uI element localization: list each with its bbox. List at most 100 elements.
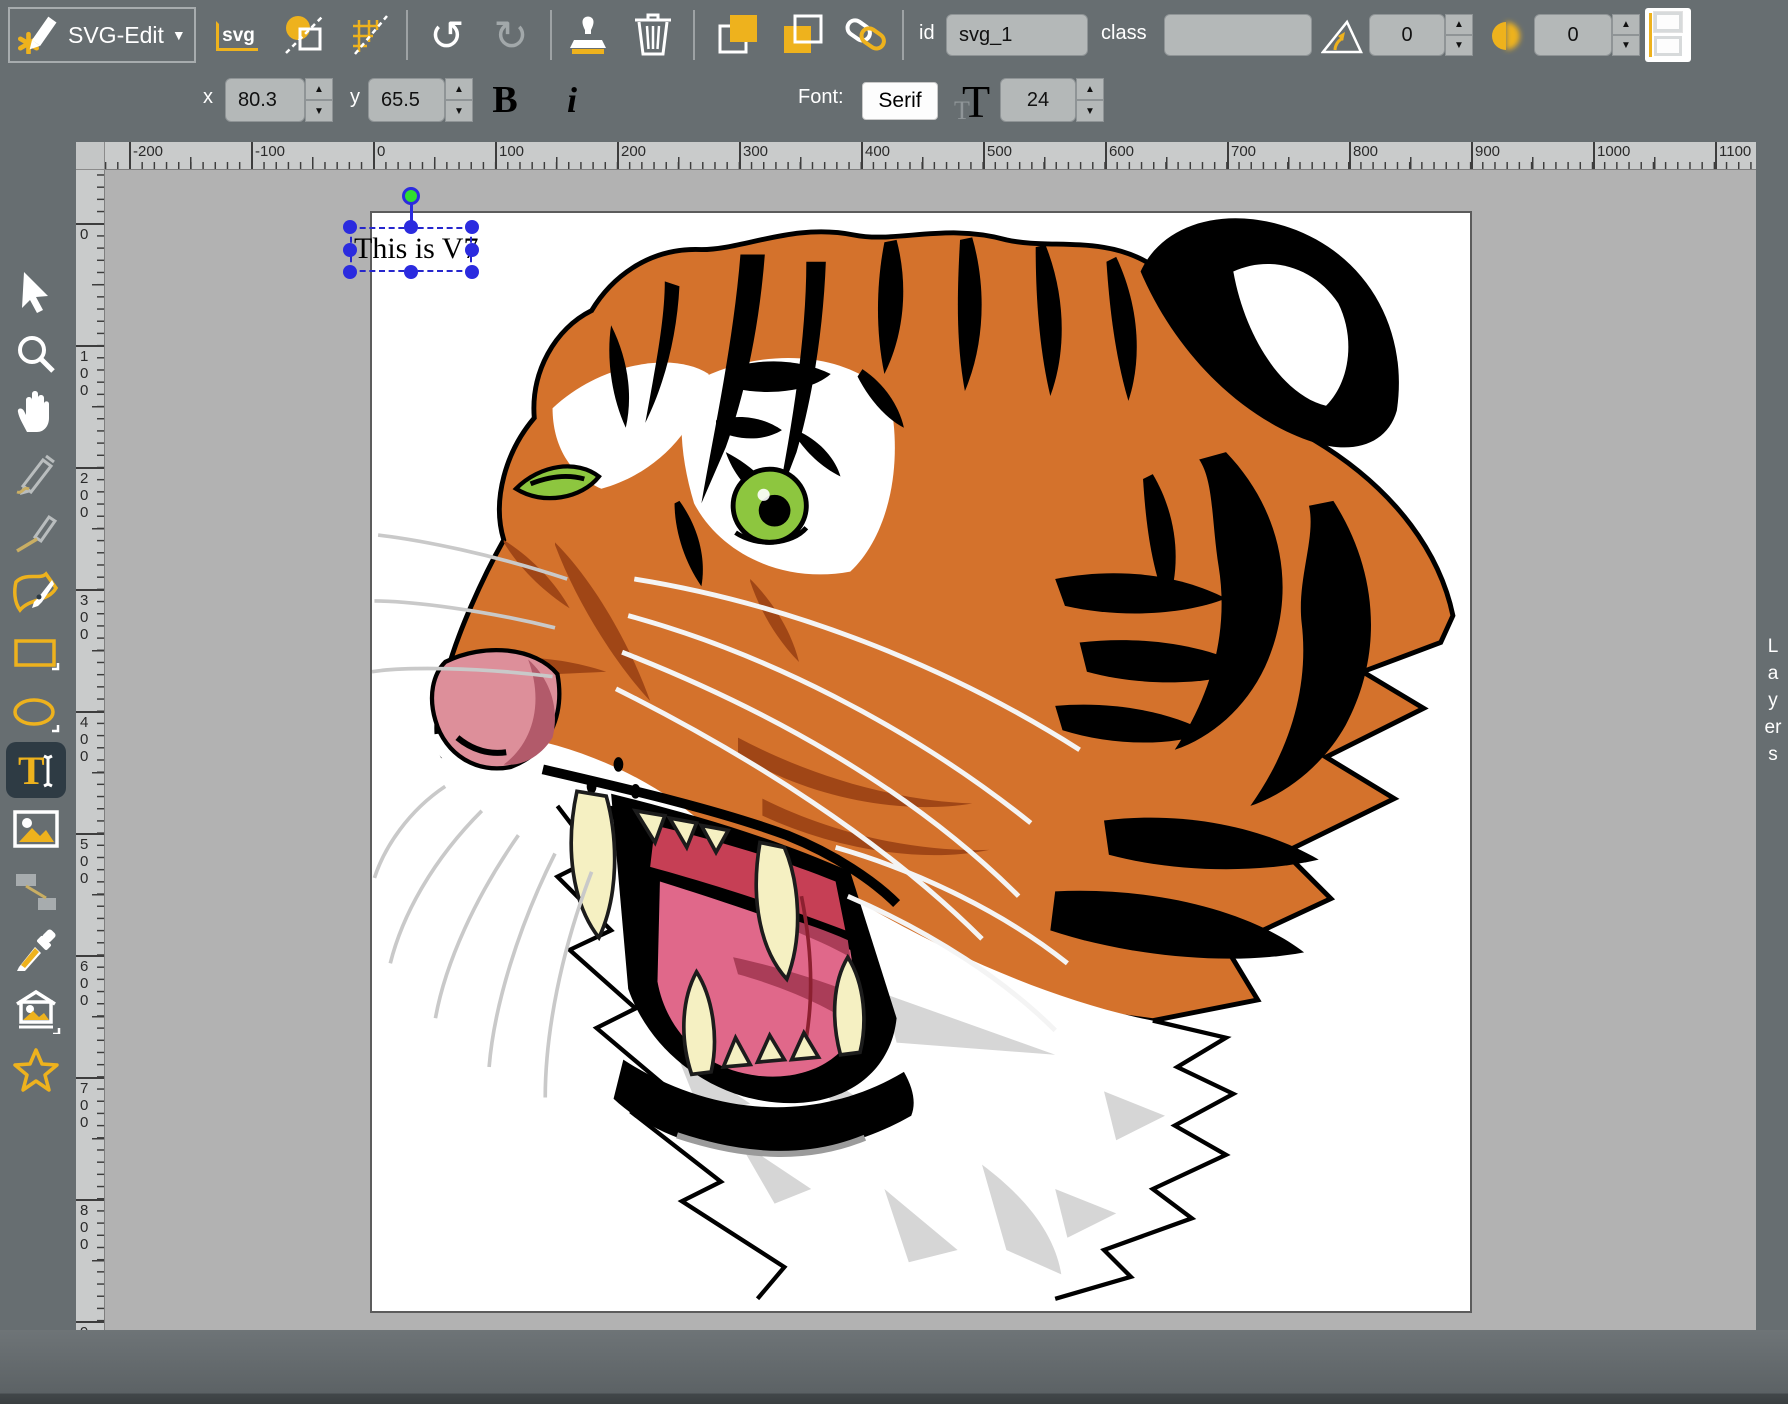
ruler-x-label: 700 [1231, 143, 1256, 160]
clone-button[interactable] [562, 10, 614, 62]
pen-path-icon [12, 568, 60, 616]
tools-toolbar: T [0, 142, 76, 1330]
svg-canvas[interactable] [372, 213, 1470, 1311]
line-icon [13, 509, 59, 555]
tool-shape-library[interactable] [6, 982, 66, 1038]
svg-source-icon: svg [216, 21, 258, 51]
bold-button[interactable]: B [483, 74, 527, 126]
y-input[interactable]: 65.5 [368, 78, 445, 122]
tool-pan[interactable] [6, 384, 66, 440]
ruler-x-label: -200 [133, 143, 163, 160]
tool-pencil[interactable] [6, 447, 66, 503]
ruler-x-label: 100 [499, 143, 524, 160]
x-input[interactable]: 80.3 [225, 78, 305, 122]
vertical-ruler: 0100200300400500600700800900 [76, 170, 105, 1330]
undo-button[interactable]: ↺ [424, 8, 470, 62]
ruler-y-label: 400 [80, 714, 94, 765]
pencil-icon [13, 452, 59, 498]
tool-image[interactable] [6, 801, 66, 857]
rotate-handle[interactable] [402, 187, 420, 205]
ruler-x-label: 600 [1109, 143, 1134, 160]
italic-button[interactable]: i [550, 74, 594, 126]
tool-select[interactable] [6, 264, 66, 320]
selection-handle-ne[interactable] [465, 220, 479, 234]
selection-handle-sw[interactable] [343, 265, 357, 279]
ruler-y-label: 200 [80, 470, 94, 521]
tool-connector[interactable] [6, 864, 66, 920]
delete-button[interactable] [629, 10, 677, 62]
tool-eyedropper[interactable] [6, 922, 66, 978]
bottom-toolbar: 61.0 ▲▼ ▼ 0 ▲▼ — 1 [0, 1330, 1788, 1404]
blur-icon [1486, 16, 1526, 56]
id-input[interactable]: svg_1 [946, 14, 1088, 56]
main-menu-button[interactable]: SVG-Edit ▼ [8, 7, 196, 63]
tool-ellipse[interactable] [6, 687, 66, 743]
main-toolbar: SVG-Edit ▼ svg ↺ ↻ [0, 0, 1788, 70]
tool-rect[interactable] [6, 627, 66, 683]
svg-source-button[interactable]: svg [214, 14, 260, 58]
horizontal-ruler: -200-10001002003004005006007008009001000… [105, 142, 1756, 170]
ruler-x-label: 1000 [1597, 143, 1630, 160]
toolbar-divider [550, 10, 552, 60]
ruler-y-label: 300 [80, 592, 94, 643]
blur-spinner[interactable]: ▲▼ [1612, 14, 1640, 56]
connector-icon [12, 870, 60, 914]
select-arrow-icon [16, 270, 56, 314]
ruler-y-label: 800 [80, 1202, 94, 1253]
selection-handle-se[interactable] [465, 265, 479, 279]
ruler-y-label: 100 [80, 348, 94, 399]
tool-star[interactable] [6, 1042, 66, 1098]
selection-handle-e[interactable] [465, 243, 479, 257]
redo-button[interactable]: ↻ [488, 8, 534, 62]
tool-text[interactable]: T [6, 742, 66, 798]
angle-input[interactable]: 0 [1369, 14, 1445, 56]
ruler-x-label: 400 [865, 143, 890, 160]
undo-icon: ↺ [429, 11, 464, 60]
svg-text:T: T [18, 748, 45, 793]
selection-handle-w[interactable] [343, 243, 357, 257]
menu-chevron-down-icon: ▼ [172, 27, 186, 43]
toolbar-divider [406, 10, 408, 60]
wireframe-button[interactable] [281, 12, 329, 60]
move-bottom-button[interactable] [777, 10, 829, 62]
ruler-corner [76, 142, 105, 170]
palette-panel-icon[interactable] [1645, 8, 1691, 62]
ruler-x-label: -100 [255, 143, 285, 160]
x-spinner[interactable]: ▲▼ [305, 78, 333, 122]
link-icon [841, 9, 891, 64]
class-label: class [1101, 22, 1147, 45]
y-spinner[interactable]: ▲▼ [445, 78, 473, 122]
ruler-x-label: 900 [1475, 143, 1500, 160]
make-link-button[interactable] [841, 10, 891, 62]
font-size-input[interactable]: 24 [1000, 78, 1076, 122]
font-family-button[interactable]: Serif [862, 82, 938, 120]
ruler-y-label: 600 [80, 958, 94, 1009]
app-title: SVG-Edit [68, 22, 164, 49]
blur-input[interactable]: 0 [1534, 14, 1612, 56]
class-input[interactable] [1164, 14, 1312, 56]
ruler-y-label: 500 [80, 836, 94, 887]
tool-zoom[interactable] [6, 326, 66, 382]
grid-button[interactable] [346, 12, 392, 60]
ruler-x-label: 500 [987, 143, 1012, 160]
move-top-icon [714, 10, 762, 63]
x-label: x [203, 86, 213, 109]
svgedit-logo-icon [18, 12, 60, 59]
wireframe-icon [282, 11, 328, 62]
selection-handle-nw[interactable] [343, 220, 357, 234]
move-top-button[interactable] [712, 10, 764, 62]
rotation-angle-icon [1321, 16, 1363, 56]
layers-panel-toggle[interactable]: Layers [1756, 125, 1788, 1330]
tool-path[interactable] [6, 564, 66, 620]
tool-line[interactable] [6, 504, 66, 560]
angle-spinner[interactable]: ▲▼ [1445, 14, 1473, 56]
selection-handle-s[interactable] [404, 265, 418, 279]
grid-icon [347, 12, 391, 61]
tiger-artwork [372, 213, 1470, 1311]
rectangle-icon [12, 633, 60, 677]
selection-handle-n[interactable] [404, 220, 418, 234]
hand-icon [15, 390, 57, 434]
font-size-spinner[interactable]: ▲▼ [1076, 78, 1104, 122]
ruler-x-label: 200 [621, 143, 646, 160]
move-bottom-icon [779, 10, 827, 63]
